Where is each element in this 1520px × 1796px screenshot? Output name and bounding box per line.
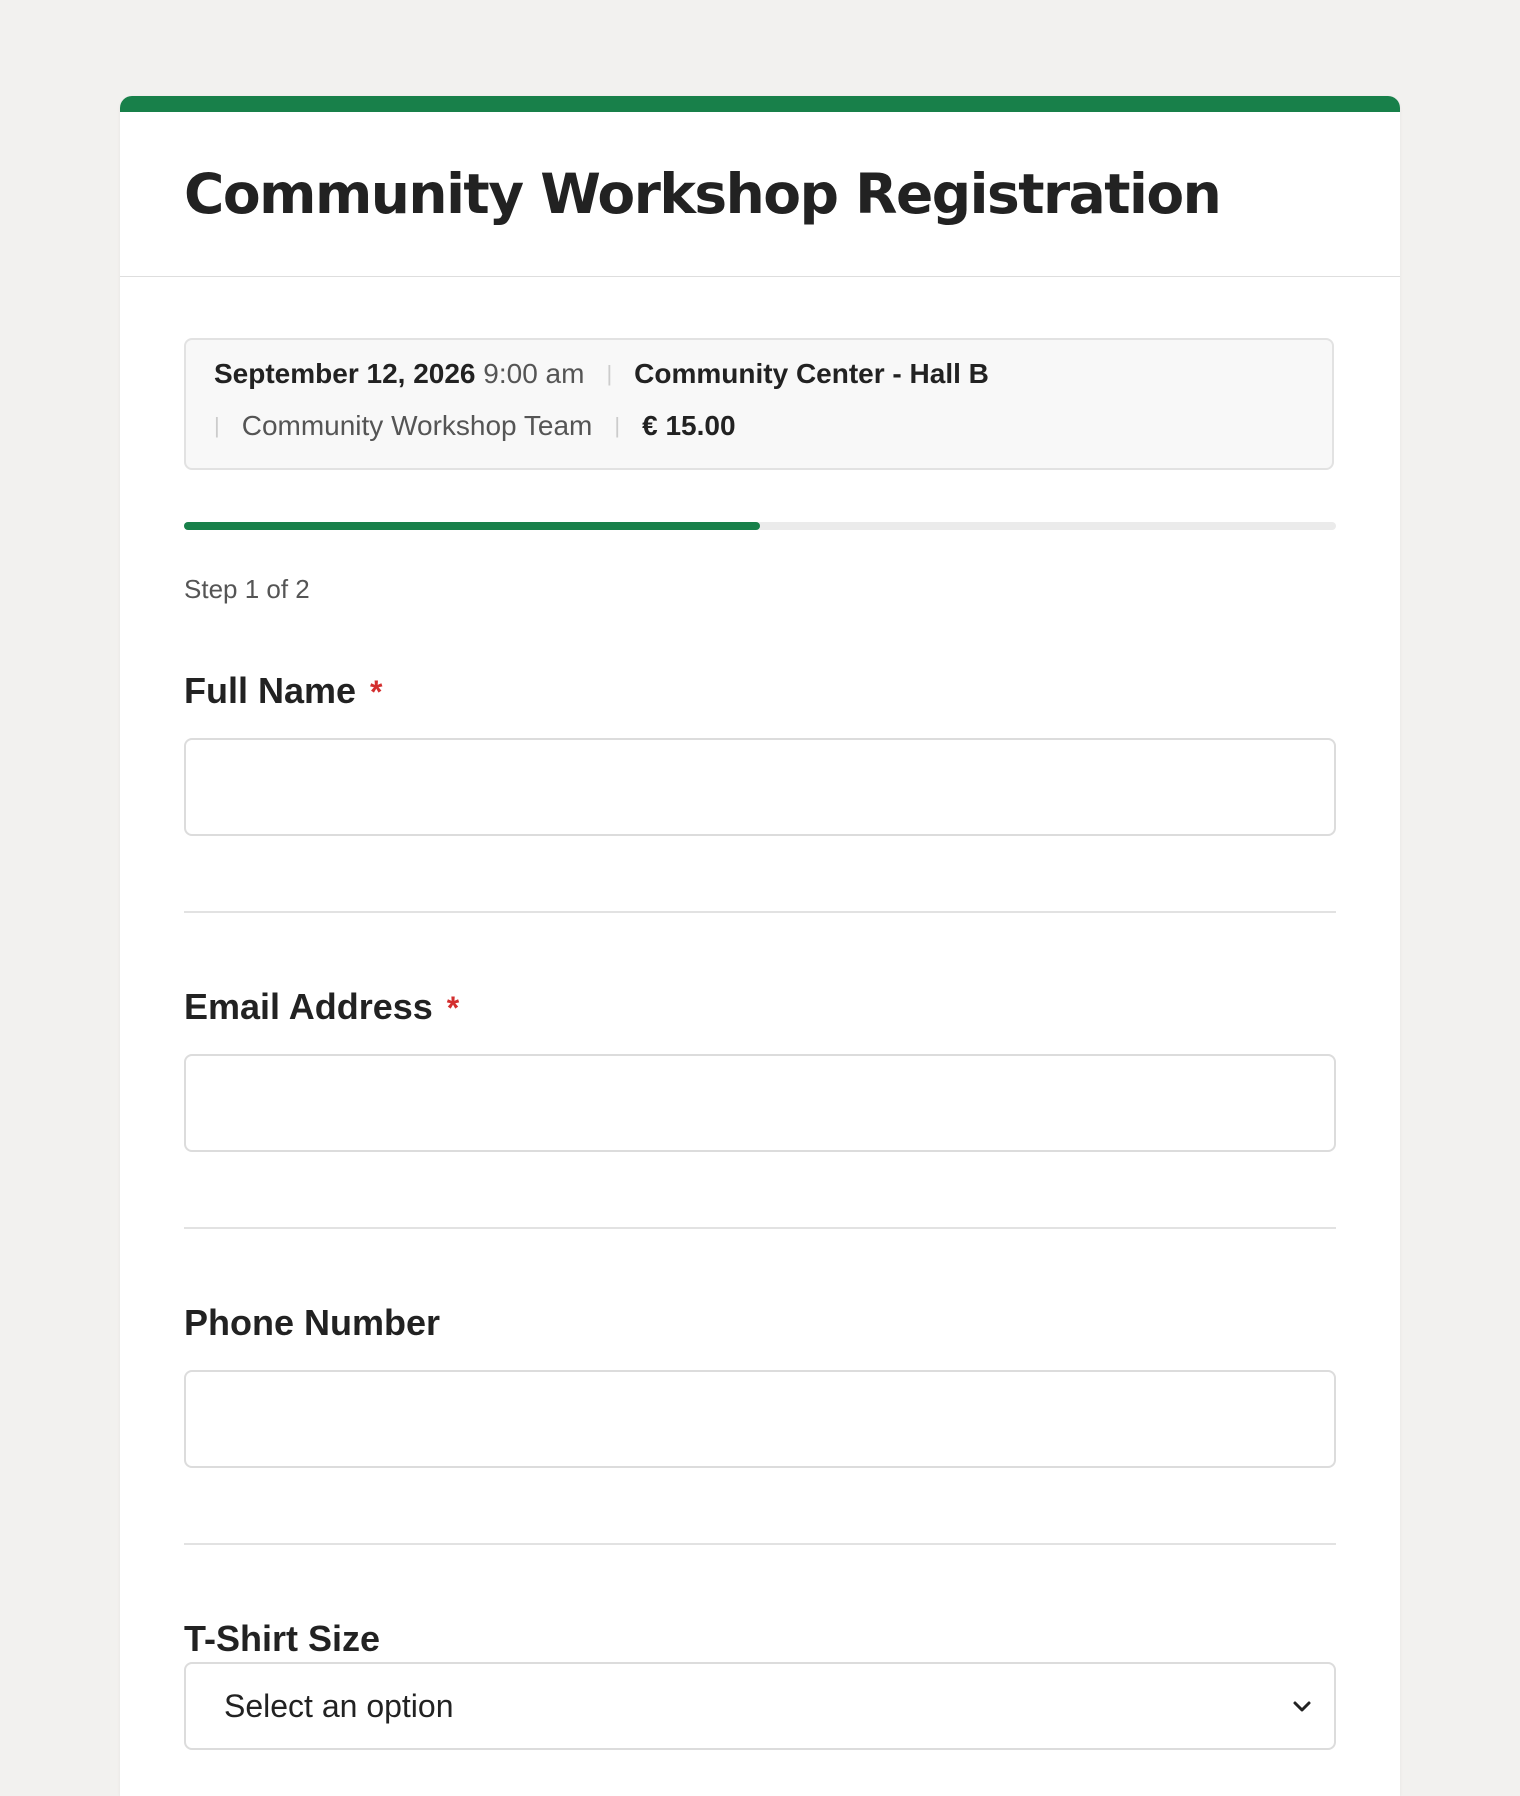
chevron-down-icon [1293, 1701, 1311, 1712]
field-divider [184, 1543, 1336, 1545]
form-header: Community Workshop Registration [120, 112, 1400, 277]
registration-card: Community Workshop Registration Septembe… [120, 96, 1400, 1796]
event-date: September 12, 2026 [214, 358, 476, 389]
separator: | [614, 413, 621, 438]
phone-label-text: Phone Number [184, 1302, 441, 1343]
accent-bar [120, 96, 1400, 112]
email-label: Email Address * [184, 986, 459, 1028]
page-title: Community Workshop Registration [184, 162, 1222, 226]
event-info-line-2: | Community Workshop Team | € 15.00 [214, 406, 736, 446]
full-name-label: Full Name * [184, 670, 383, 712]
separator: | [606, 361, 613, 386]
progress-bar-fill [184, 522, 760, 530]
event-time: 9:00 am [483, 358, 585, 389]
tshirt-size-select[interactable]: Select an option [184, 1662, 1336, 1750]
field-divider [184, 1227, 1336, 1229]
full-name-label-text: Full Name [184, 670, 357, 711]
field-divider [184, 911, 1336, 913]
phone-input[interactable] [184, 1370, 1336, 1468]
event-info-box: September 12, 2026 9:00 am | Community Cen… [184, 338, 1334, 470]
event-organizer: Community Workshop Team [241, 410, 593, 441]
separator: | [214, 413, 220, 438]
step-indicator: Step 1 of 2 [184, 574, 310, 604]
event-info-line-1: September 12, 2026 9:00 am | Community Cen… [214, 354, 989, 394]
progress-bar [184, 522, 1336, 530]
event-location: Community Center - Hall B [634, 358, 989, 389]
phone-label: Phone Number [184, 1302, 440, 1344]
tshirt-size-selected-value: Select an option [224, 1688, 454, 1724]
required-asterisk: * [446, 990, 460, 1026]
email-label-text: Email Address [184, 986, 433, 1027]
email-input[interactable] [184, 1054, 1336, 1152]
tshirt-label-text: T-Shirt Size [184, 1618, 381, 1659]
required-asterisk: * [370, 674, 383, 710]
full-name-input[interactable] [184, 738, 1336, 836]
tshirt-label: T-Shirt Size [184, 1618, 380, 1660]
event-price: € 15.00 [642, 410, 736, 441]
